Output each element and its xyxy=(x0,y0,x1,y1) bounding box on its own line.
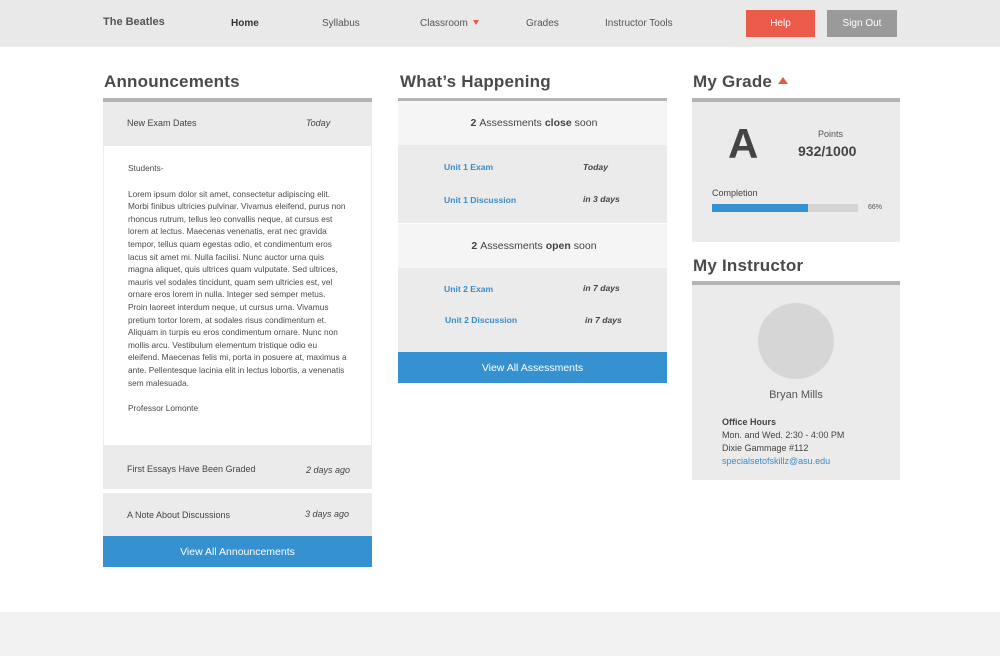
announcement-title: A Note About Discussions xyxy=(127,510,231,520)
grade-panel: A Points 932/1000 Completion 66% xyxy=(692,102,900,242)
closing-post: soon xyxy=(574,117,598,129)
opening-pre: Assessments xyxy=(480,240,543,252)
announcement-item[interactable]: New Exam Dates Today xyxy=(103,102,372,146)
assessment-link[interactable]: Unit 1 Exam xyxy=(444,162,493,172)
nav-instructor-tools[interactable]: Instructor Tools xyxy=(605,18,673,29)
completion-progress-bar xyxy=(712,204,858,212)
closing-soon-header: 2 Assessments close soon xyxy=(398,101,667,145)
grade-letter: A xyxy=(728,120,759,167)
announcement-item[interactable]: A Note About Discussions 3 days ago xyxy=(103,493,372,536)
sign-out-button[interactable]: Sign Out xyxy=(827,10,897,37)
avatar xyxy=(758,303,834,379)
nav-grades[interactable]: Grades xyxy=(526,18,559,29)
instructor-email-link[interactable]: specialsetofskillz@asu.edu xyxy=(722,456,830,466)
nav-home[interactable]: Home xyxy=(231,18,259,29)
completion-percent: 66% xyxy=(868,204,883,211)
instructor-name: Bryan Mills xyxy=(769,389,823,401)
opening-soon-header: 2 Assessments open soon xyxy=(398,224,667,268)
opening-post: soon xyxy=(573,240,597,252)
announcement-item[interactable]: First Essays Have Been Graded 2 days ago xyxy=(103,446,372,489)
announcement-body: Students- Lorem ipsum dolor sit amet, co… xyxy=(103,146,372,446)
office-hours-time: Mon. and Wed. 2:30 - 4:00 PM xyxy=(722,430,845,440)
assessment-link[interactable]: Unit 1 Discussion xyxy=(444,195,516,205)
chevron-down-icon xyxy=(472,20,479,25)
points-label: Points xyxy=(818,129,844,139)
footer xyxy=(0,612,1000,656)
instructor-panel: Bryan Mills Office Hours Mon. and Wed. 2… xyxy=(692,285,900,480)
my-grade-title: My Grade xyxy=(693,72,789,92)
announcement-greeting: Students- xyxy=(128,163,164,173)
announcement-signature: Professor Lomonte xyxy=(128,403,199,414)
assessment-link[interactable]: Unit 2 Exam xyxy=(444,284,493,294)
nav-classroom[interactable]: Classroom xyxy=(420,18,479,29)
announcement-title: New Exam Dates xyxy=(127,118,197,128)
announcement-title: First Essays Have Been Graded xyxy=(127,464,256,474)
opening-keyword: open xyxy=(545,240,571,252)
caret-up-icon[interactable] xyxy=(778,77,789,84)
help-button[interactable]: Help xyxy=(746,10,815,37)
assessment-due: in 7 days xyxy=(585,315,622,325)
assessment-due: Today xyxy=(583,162,608,172)
assessment-due: in 3 days xyxy=(583,194,620,204)
closing-pre: Assessments xyxy=(479,117,542,129)
office-location: Dixie Gammage #112 xyxy=(722,443,809,453)
closing-count: 2 xyxy=(470,117,477,129)
office-hours-label: Office Hours xyxy=(722,417,777,427)
top-nav: The Beatles Home Syllabus Classroom Grad… xyxy=(0,0,1000,47)
completion-label: Completion xyxy=(712,188,758,198)
announcement-text: Lorem ipsum dolor sit amet, consectetur … xyxy=(128,188,347,388)
opening-count: 2 xyxy=(471,240,478,252)
view-all-announcements-button[interactable]: View All Announcements xyxy=(103,536,372,567)
my-grade-label: My Grade xyxy=(693,72,773,91)
announcement-date: 3 days ago xyxy=(305,509,350,519)
announcement-date: 2 days ago xyxy=(306,465,351,475)
brand-name[interactable]: The Beatles xyxy=(103,16,165,28)
assessment-due: in 7 days xyxy=(583,283,620,293)
closing-soon-list: Unit 1 Exam Today Unit 1 Discussion in 3… xyxy=(398,145,667,223)
assessment-link[interactable]: Unit 2 Discussion xyxy=(445,315,517,325)
nav-syllabus[interactable]: Syllabus xyxy=(322,18,360,29)
opening-soon-list: Unit 2 Exam in 7 days Unit 2 Discussion … xyxy=(398,268,667,352)
whats-happening-title: What’s Happening xyxy=(400,72,551,91)
nav-classroom-label: Classroom xyxy=(420,18,468,29)
my-instructor-title: My Instructor xyxy=(693,256,804,275)
completion-progress-fill xyxy=(712,204,809,212)
announcements-title: Announcements xyxy=(104,72,240,91)
view-all-assessments-button[interactable]: View All Assessments xyxy=(398,352,667,383)
closing-keyword: close xyxy=(544,117,572,129)
points-value: 932/1000 xyxy=(798,143,857,159)
announcement-date: Today xyxy=(306,118,331,128)
